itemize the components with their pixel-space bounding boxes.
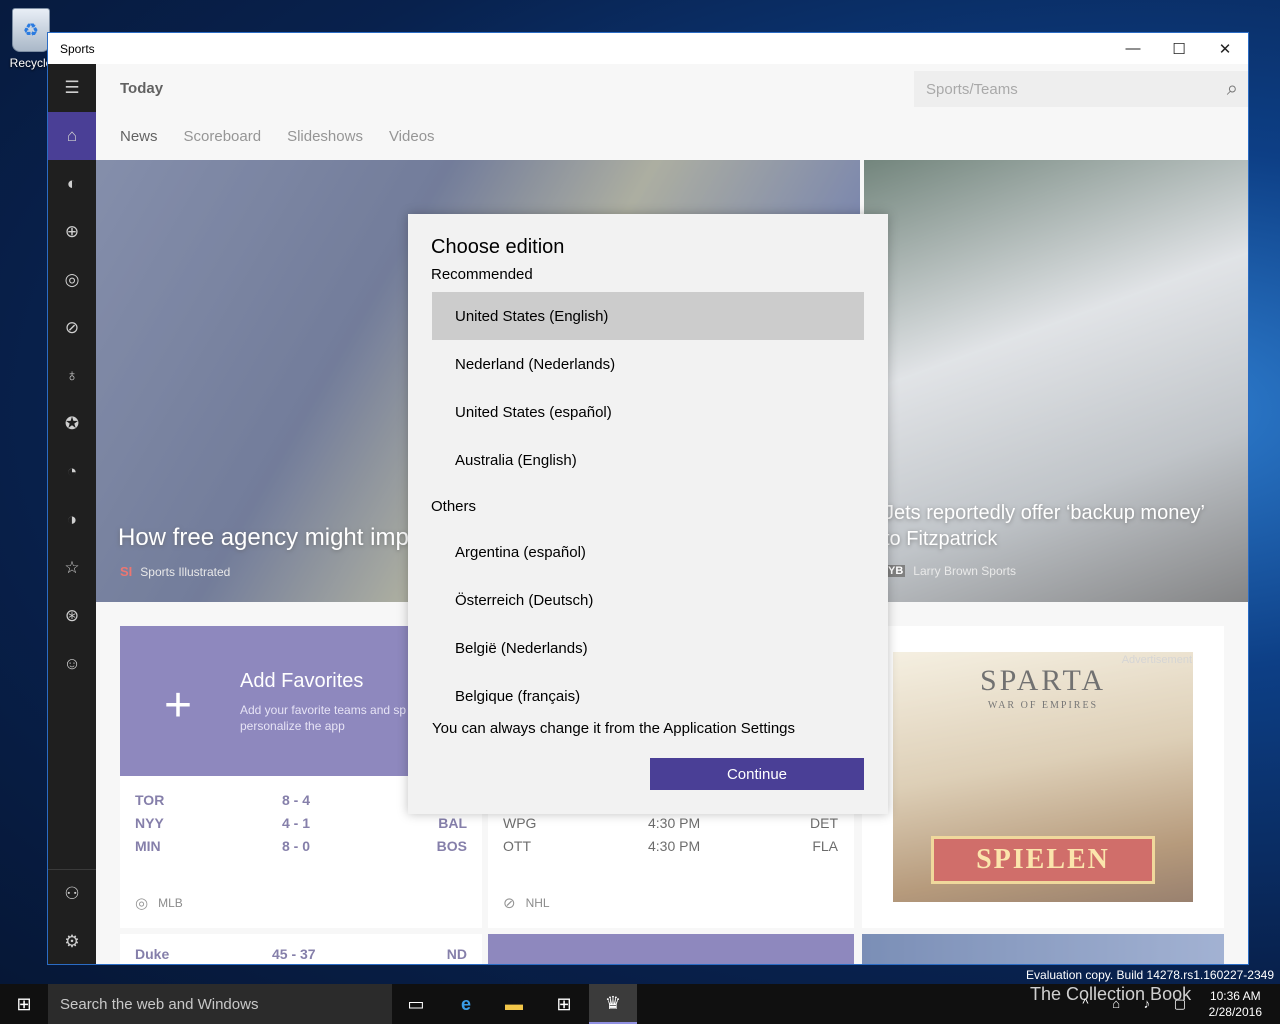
nav-rail: ☰ ⌂ ◐ ⊕ ◎ ⊘ ♁ ✪ ◔ ◑ ☆ ⊛ ☺ ⚇ ⚙ [48, 64, 96, 964]
file-explorer-icon[interactable]: ▬ [490, 984, 538, 1024]
fun-smiley-icon[interactable]: ☺ [48, 640, 96, 688]
task-view-icon[interactable]: ▭ [392, 984, 440, 1024]
taskbar-clock[interactable]: 10:36 AM 2/28/2016 [1209, 988, 1262, 1020]
taskbar-search[interactable]: Search the web and Windows [48, 984, 392, 1024]
racing-icon[interactable]: ◔ [48, 448, 96, 496]
close-button[interactable]: ✕ [1202, 33, 1248, 64]
title-bar[interactable]: Sports — ☐ ✕ [48, 33, 1248, 64]
window-title: Sports [60, 41, 95, 56]
recycle-bin-icon: ♻ [12, 8, 50, 52]
maximize-button[interactable]: ☐ [1156, 33, 1202, 64]
edition-option[interactable]: Österreich (Deutsch) [432, 576, 864, 624]
home-icon[interactable]: ⌂ [48, 112, 96, 160]
others-heading: Others [431, 498, 477, 515]
account-icon[interactable]: ⚇ [48, 870, 96, 918]
edition-option[interactable]: Nederland (Nederlands) [432, 340, 864, 388]
football-icon[interactable]: ◐ [48, 160, 96, 208]
soccer-icon[interactable]: ✪ [48, 400, 96, 448]
edition-option[interactable]: Argentina (español) [432, 528, 864, 576]
choose-edition-dialog: Choose edition Recommended United States… [408, 214, 888, 814]
clock-date: 2/28/2016 [1208, 1005, 1262, 1019]
store-icon[interactable]: ⊞ [540, 984, 588, 1024]
windows-start-icon[interactable]: ⊞ [0, 984, 48, 1024]
edition-option[interactable]: Australia (English) [432, 436, 864, 484]
sports-ball-icon[interactable]: ⊛ [48, 592, 96, 640]
tennis-icon[interactable]: ◑ [48, 496, 96, 544]
continue-button[interactable]: Continue [650, 758, 864, 790]
clock-time: 10:36 AM [1209, 989, 1261, 1003]
watermark-text: The Collection Book [1030, 984, 1192, 1004]
edition-option[interactable]: België (Nederlands) [432, 624, 864, 672]
sports-app-trophy-icon[interactable]: ♛ [589, 984, 637, 1024]
edge-browser-icon[interactable]: e [442, 984, 490, 1024]
settings-gear-icon[interactable]: ⚙ [48, 918, 96, 964]
recommended-heading: Recommended [431, 266, 533, 283]
hamburger-menu-icon[interactable]: ☰ [48, 64, 96, 112]
baseball-icon[interactable]: ◎ [48, 256, 96, 304]
basketball-icon[interactable]: ⊕ [48, 208, 96, 256]
hockey-icon[interactable]: ⊘ [48, 304, 96, 352]
golf-icon[interactable]: ♁ [48, 352, 96, 400]
evaluation-copy-text: Evaluation copy. Build 14278.rs1.160227-… [1026, 968, 1274, 982]
favorites-star-icon[interactable]: ☆ [48, 544, 96, 592]
dialog-title: Choose edition [431, 236, 565, 258]
edition-option[interactable]: United States (English) [432, 292, 864, 340]
edition-option[interactable]: United States (español) [432, 388, 864, 436]
minimize-button[interactable]: — [1110, 33, 1156, 64]
dialog-note: You can always change it from the Applic… [432, 720, 796, 737]
edition-option[interactable]: Belgique (français) [432, 672, 864, 720]
